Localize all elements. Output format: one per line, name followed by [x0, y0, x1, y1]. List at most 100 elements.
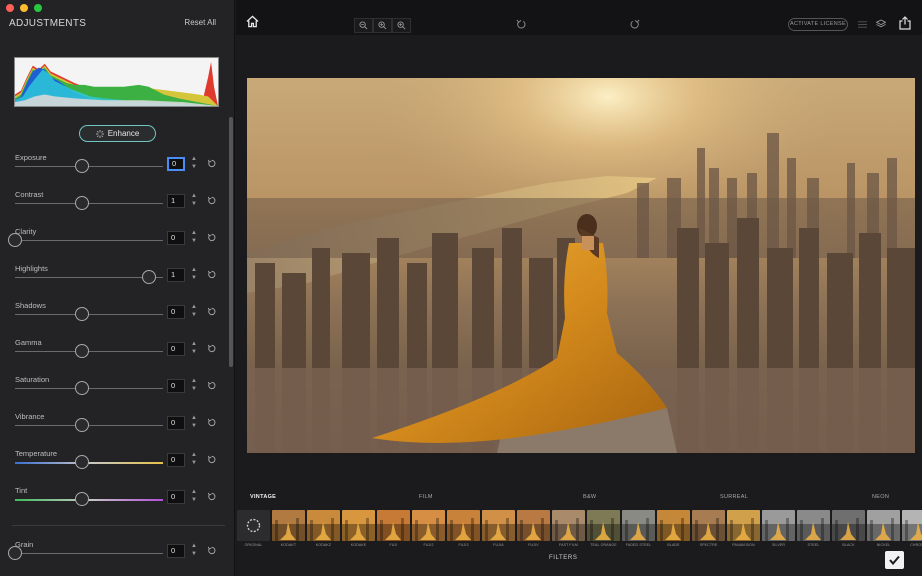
slider-value-field[interactable]: 0	[167, 231, 185, 245]
filter-thumbnail[interactable]: TEAL ORANGE	[587, 510, 620, 550]
reset-value-icon[interactable]	[207, 233, 216, 242]
slider-value-field[interactable]: 0	[167, 157, 185, 171]
value-stepper[interactable]: ▲ ▼	[189, 266, 199, 284]
filter-category-neon[interactable]: NEON	[872, 494, 889, 500]
chevron-up-icon[interactable]: ▲	[189, 303, 199, 311]
reset-value-icon[interactable]	[207, 270, 216, 279]
slider-knob[interactable]	[8, 233, 22, 247]
slider-knob[interactable]	[75, 307, 89, 321]
filter-thumbnail[interactable]: SILVER	[762, 510, 795, 550]
filter-thumbnail[interactable]: KODAKE	[342, 510, 375, 550]
chevron-up-icon[interactable]: ▲	[189, 377, 199, 385]
value-stepper[interactable]: ▲ ▼	[189, 229, 199, 247]
slider-knob[interactable]	[8, 546, 22, 560]
slider-value-field[interactable]: 0	[167, 305, 185, 319]
filter-thumbnail[interactable]: KODAKZ	[307, 510, 340, 550]
filter-thumbnail[interactable]: SPECTRE	[692, 510, 725, 550]
slider-track[interactable]	[15, 498, 163, 501]
slider-track[interactable]	[15, 203, 163, 204]
slider-knob[interactable]	[75, 344, 89, 358]
home-icon[interactable]	[246, 15, 259, 28]
slider-track[interactable]	[15, 240, 163, 241]
chevron-up-icon[interactable]: ▲	[189, 192, 199, 200]
adjustments-toggle-icon[interactable]	[858, 20, 867, 29]
value-stepper[interactable]: ▲ ▼	[189, 340, 199, 358]
chevron-down-icon[interactable]: ▼	[189, 163, 199, 171]
reset-value-icon[interactable]	[207, 418, 216, 427]
undo-icon[interactable]	[516, 19, 527, 30]
slider-track[interactable]	[15, 351, 163, 352]
chevron-down-icon[interactable]: ▼	[189, 550, 199, 558]
zoom-window-button[interactable]	[34, 4, 42, 12]
zoom-in-button[interactable]	[392, 18, 411, 33]
chevron-down-icon[interactable]: ▼	[189, 237, 199, 245]
filter-thumbnail[interactable]: FUJIA	[482, 510, 515, 550]
value-stepper[interactable]: ▲ ▼	[189, 542, 199, 560]
chevron-down-icon[interactable]: ▼	[189, 200, 199, 208]
reset-value-icon[interactable]	[207, 381, 216, 390]
chevron-down-icon[interactable]: ▼	[189, 311, 199, 319]
chevron-up-icon[interactable]: ▲	[189, 414, 199, 422]
reset-value-icon[interactable]	[207, 159, 216, 168]
enhance-button[interactable]: Enhance	[79, 125, 156, 142]
activate-license-button[interactable]: ACTIVATE LICENSE	[788, 18, 848, 31]
filter-thumbnail[interactable]: NICKEL	[867, 510, 900, 550]
layers-icon[interactable]	[876, 19, 886, 29]
slider-value-field[interactable]: 1	[167, 194, 185, 208]
chevron-down-icon[interactable]: ▼	[189, 274, 199, 282]
value-stepper[interactable]: ▲ ▼	[189, 155, 199, 173]
chevron-down-icon[interactable]: ▼	[189, 385, 199, 393]
reset-value-icon[interactable]	[207, 455, 216, 464]
slider-track[interactable]	[15, 553, 163, 554]
filter-category-surreal[interactable]: SURREAL	[720, 494, 748, 500]
chevron-down-icon[interactable]: ▼	[189, 496, 199, 504]
value-stepper[interactable]: ▲ ▼	[189, 488, 199, 506]
filter-category-film[interactable]: FILM	[419, 494, 433, 500]
slider-value-field[interactable]: 0	[167, 490, 185, 504]
filter-thumbnail[interactable]: FUJI3	[447, 510, 480, 550]
slider-track[interactable]	[15, 388, 163, 389]
zoom-out-button[interactable]	[354, 18, 373, 33]
value-stepper[interactable]: ▲ ▼	[189, 192, 199, 210]
slider-value-field[interactable]: 0	[167, 453, 185, 467]
chevron-up-icon[interactable]: ▲	[189, 542, 199, 550]
sidebar-scrollbar[interactable]	[229, 117, 233, 367]
filter-thumbnail[interactable]: FUJI2	[412, 510, 445, 550]
chevron-down-icon[interactable]: ▼	[189, 459, 199, 467]
reset-all-button[interactable]: Reset All	[184, 18, 216, 27]
reset-value-icon[interactable]	[207, 307, 216, 316]
value-stepper[interactable]: ▲ ▼	[189, 451, 199, 469]
chevron-down-icon[interactable]: ▼	[189, 348, 199, 356]
slider-value-field[interactable]: 1	[167, 268, 185, 282]
slider-knob[interactable]	[75, 196, 89, 210]
close-window-button[interactable]	[6, 4, 14, 12]
filter-thumbnail[interactable]: ORIGINAL	[237, 510, 270, 550]
filter-thumbnail[interactable]: BLADE	[657, 510, 690, 550]
chevron-up-icon[interactable]: ▲	[189, 229, 199, 237]
filter-thumbnail[interactable]: FADED STEEL	[622, 510, 655, 550]
filter-thumbnail[interactable]: PANAVISION	[727, 510, 760, 550]
zoom-fit-button[interactable]	[373, 18, 392, 33]
minimize-window-button[interactable]	[20, 4, 28, 12]
reset-value-icon[interactable]	[207, 492, 216, 501]
slider-value-field[interactable]: 0	[167, 342, 185, 356]
slider-knob[interactable]	[75, 381, 89, 395]
slider-knob[interactable]	[75, 455, 89, 469]
slider-track[interactable]	[15, 461, 163, 464]
filter-thumbnail[interactable]: KODAKT	[272, 510, 305, 550]
filter-thumbnail[interactable]: FUJI	[377, 510, 410, 550]
share-icon[interactable]	[899, 16, 911, 30]
value-stepper[interactable]: ▲ ▼	[189, 303, 199, 321]
slider-knob[interactable]	[75, 418, 89, 432]
chevron-up-icon[interactable]: ▲	[189, 266, 199, 274]
filter-thumbnail[interactable]: FAST FILM	[552, 510, 585, 550]
slider-knob[interactable]	[142, 270, 156, 284]
slider-track[interactable]	[15, 277, 163, 278]
redo-icon[interactable]	[629, 19, 640, 30]
slider-track[interactable]	[15, 314, 163, 315]
filter-thumbnail[interactable]: CHROME	[902, 510, 922, 550]
slider-track[interactable]	[15, 166, 163, 167]
filter-thumbnail[interactable]: FUJIV	[517, 510, 550, 550]
filter-thumbnail[interactable]: BLACK	[832, 510, 865, 550]
filter-category-vintage[interactable]: VINTAGE	[250, 494, 276, 500]
